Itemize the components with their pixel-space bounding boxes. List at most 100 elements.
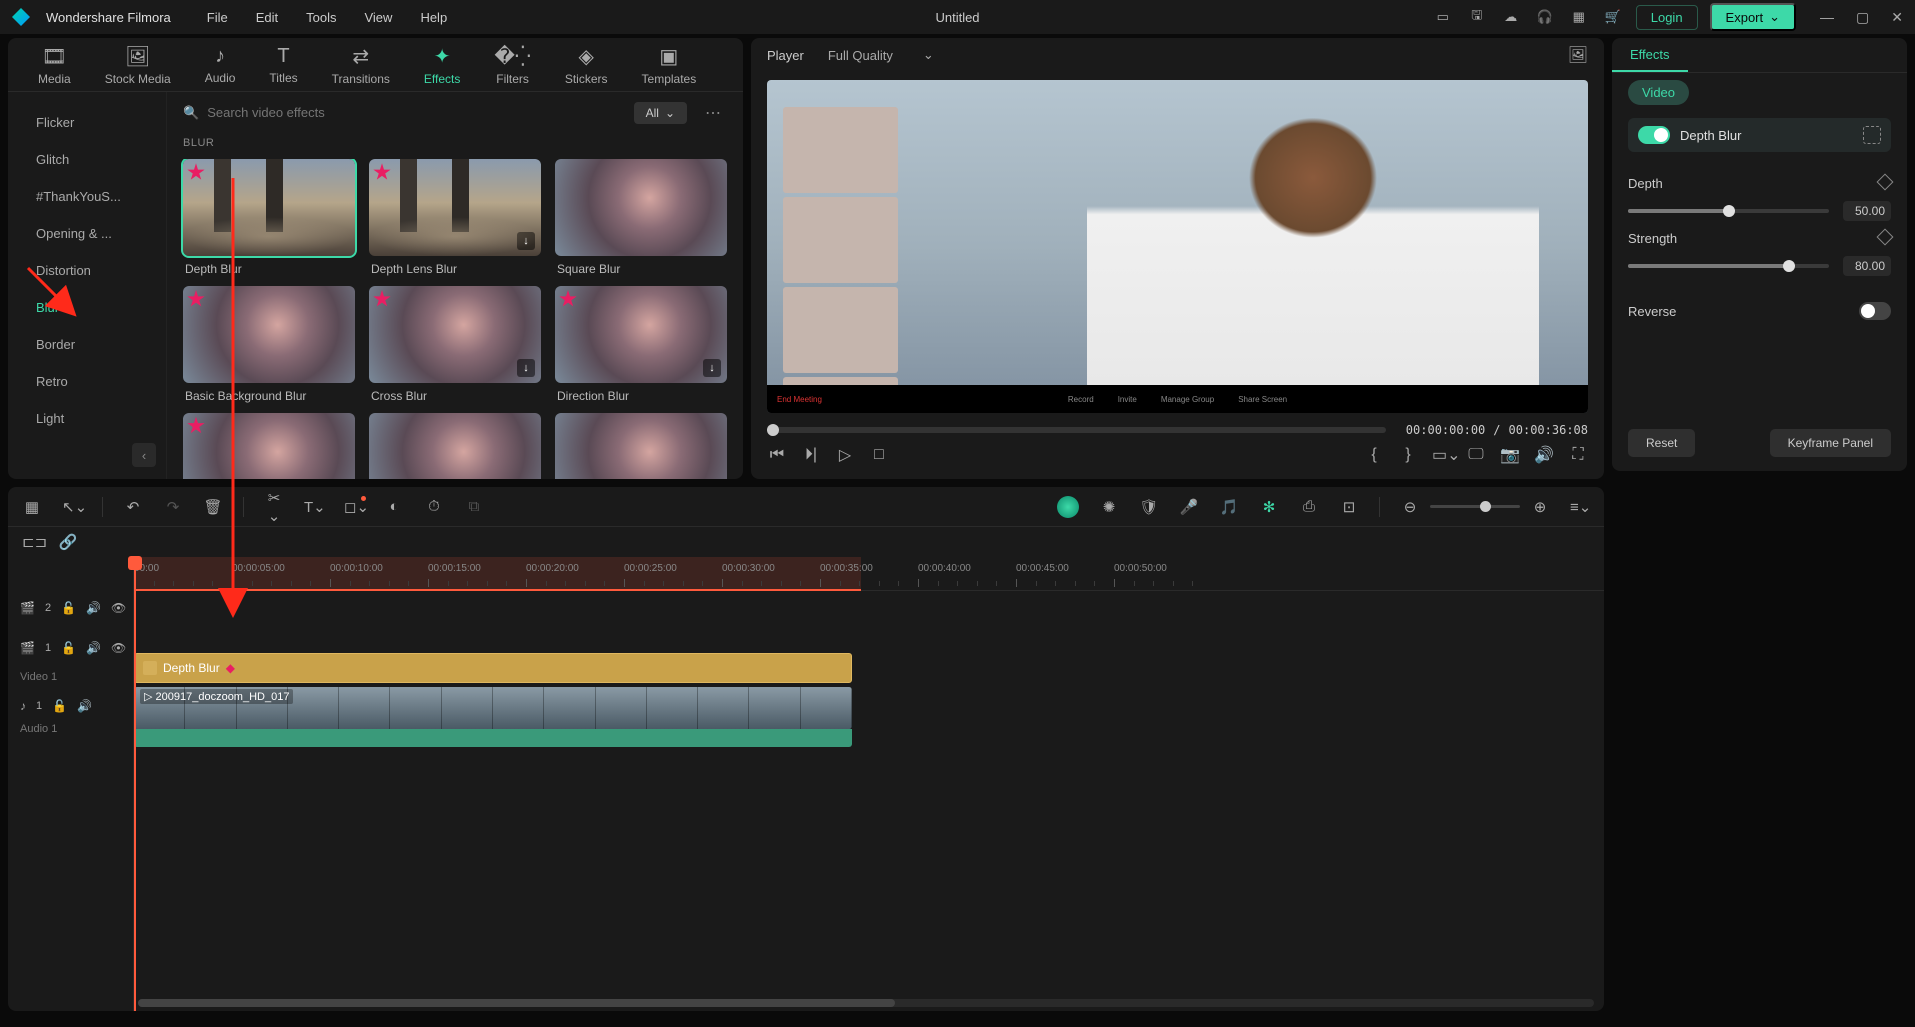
lock-icon[interactable]: 🔓 xyxy=(52,699,67,713)
magnet-icon[interactable]: ⊏⊐ xyxy=(22,533,42,551)
playhead[interactable] xyxy=(134,557,136,1011)
menu-help[interactable]: Help xyxy=(420,10,447,25)
undo-icon[interactable]: ↶ xyxy=(123,498,143,516)
mute-icon[interactable]: 🔊 xyxy=(86,641,101,655)
param-value[interactable]: 80.00 xyxy=(1843,256,1891,276)
slider[interactable] xyxy=(1628,209,1829,213)
reverse-toggle[interactable] xyxy=(1859,302,1891,320)
download-icon[interactable]: ↓ xyxy=(703,359,721,377)
play-icon[interactable]: ▷ xyxy=(835,445,855,465)
maximize-button[interactable]: ▢ xyxy=(1856,9,1869,26)
tab-titles[interactable]: TTitles xyxy=(269,45,297,85)
display-icon[interactable]: 🖵 xyxy=(1466,446,1486,464)
track-header-audio[interactable]: ♪1 🔓 🔊 xyxy=(8,689,133,723)
mute-icon[interactable]: 🔊 xyxy=(77,699,92,713)
category-border[interactable]: Border xyxy=(8,326,166,363)
menu-edit[interactable]: Edit xyxy=(256,10,278,25)
more-menu-icon[interactable]: ⋯ xyxy=(699,103,727,123)
timeline-ruler[interactable]: 00:0000:00:05:0000:00:10:0000:00:15:0000… xyxy=(134,557,1604,591)
param-value[interactable]: 50.00 xyxy=(1843,201,1891,221)
keyframe-diamond-icon[interactable] xyxy=(1877,229,1894,246)
download-icon[interactable]: ↓ xyxy=(517,232,535,250)
slider[interactable] xyxy=(1628,264,1829,268)
delete-icon[interactable]: 🗑 xyxy=(203,498,223,516)
video-track-lane[interactable]: ▷ 200917_doczoom_HD_017 xyxy=(134,685,1604,749)
mixer-icon[interactable]: ✻ xyxy=(1259,498,1279,516)
tab-audio[interactable]: ♪Audio xyxy=(205,45,236,85)
mask-icon[interactable]: ◐ xyxy=(384,498,404,515)
minimize-button[interactable]: — xyxy=(1820,9,1834,26)
effect-thumbnail[interactable] xyxy=(555,159,727,256)
effect-thumbnail[interactable] xyxy=(369,413,541,479)
zoom-slider[interactable] xyxy=(1430,505,1520,508)
ai-badge-icon[interactable] xyxy=(1057,496,1079,518)
snapshot-icon[interactable]: 🖼 xyxy=(1568,45,1588,65)
export-button[interactable]: Export⌄ xyxy=(1710,3,1796,31)
eye-icon[interactable]: 👁 xyxy=(111,641,126,655)
track-header-fx[interactable]: 🎬2 🔓 🔊 👁 xyxy=(8,591,133,625)
video-pill[interactable]: Video xyxy=(1628,80,1689,105)
horizontal-scrollbar[interactable] xyxy=(138,999,1594,1007)
cart-icon[interactable]: 🛒 xyxy=(1602,6,1624,28)
effect-toggle[interactable] xyxy=(1638,126,1670,144)
category-retro[interactable]: Retro xyxy=(8,363,166,400)
scrub-bar[interactable] xyxy=(767,427,1386,433)
adjust-icon[interactable] xyxy=(1863,126,1881,144)
device-icon[interactable]: ▭ xyxy=(1432,6,1454,28)
tab-transitions[interactable]: ⇄Transitions xyxy=(332,44,390,86)
tab-effects[interactable]: ✦Effects xyxy=(424,44,460,86)
search-input[interactable] xyxy=(207,105,621,120)
category-glitch[interactable]: Glitch xyxy=(8,141,166,178)
category-flicker[interactable]: Flicker xyxy=(8,104,166,141)
volume-icon[interactable]: 🔊 xyxy=(1534,445,1554,465)
group-icon[interactable]: ⧉ xyxy=(464,498,484,515)
color-icon[interactable]: ✺ xyxy=(1099,498,1119,516)
keyframe-diamond-icon[interactable] xyxy=(1877,174,1894,191)
category-light[interactable]: Light xyxy=(8,400,166,437)
zoom-out-icon[interactable]: ⊖ xyxy=(1400,498,1420,516)
effect-thumbnail[interactable] xyxy=(183,159,355,256)
eye-icon[interactable]: 👁 xyxy=(111,601,126,615)
effect-thumbnail[interactable]: ↓ xyxy=(555,286,727,383)
menu-view[interactable]: View xyxy=(364,10,392,25)
tab-filters[interactable]: �⁛Filters xyxy=(494,44,530,86)
video-clip[interactable]: ▷ 200917_doczoom_HD_017 xyxy=(134,687,852,729)
tab-templates[interactable]: ▣Templates xyxy=(642,44,697,86)
lock-icon[interactable]: 🔓 xyxy=(61,601,76,615)
cloud-icon[interactable]: ☁ xyxy=(1500,6,1522,28)
record-icon[interactable]: ⊡ xyxy=(1339,498,1359,516)
effect-thumbnail[interactable] xyxy=(183,286,355,383)
login-button[interactable]: Login xyxy=(1636,5,1698,30)
effect-clip[interactable]: Depth Blur ◆ xyxy=(134,653,852,683)
shield-icon[interactable]: 🛡 xyxy=(1139,498,1159,516)
music-icon[interactable]: 🎵 xyxy=(1219,498,1239,516)
effect-thumbnail[interactable] xyxy=(555,413,727,479)
tab-stickers[interactable]: ◈Stickers xyxy=(565,44,608,86)
prev-frame-icon[interactable]: ⏮ xyxy=(767,446,787,464)
download-icon[interactable]: ↓ xyxy=(517,359,535,377)
tab-media[interactable]: 🎞Media xyxy=(38,44,71,86)
effect-thumbnail[interactable] xyxy=(183,413,355,479)
play-step-icon[interactable]: ⏵| xyxy=(801,446,821,464)
headset-icon[interactable]: 🎧 xyxy=(1534,6,1556,28)
ratio-icon[interactable]: ▭⌄ xyxy=(1432,445,1452,465)
menu-file[interactable]: File xyxy=(207,10,228,25)
effect-thumbnail[interactable]: ↓ xyxy=(369,286,541,383)
link-icon[interactable]: 🔗 xyxy=(58,533,78,551)
text-tool-icon[interactable]: T⌄ xyxy=(304,498,324,516)
fx-track-lane[interactable]: Depth Blur ◆ xyxy=(134,651,1604,685)
zoom-in-icon[interactable]: ⊕ xyxy=(1530,498,1550,516)
layout-icon[interactable]: ▦ xyxy=(22,498,42,516)
category-blur[interactable]: Blur xyxy=(8,289,166,326)
crop-icon[interactable]: ◻⌄ xyxy=(344,498,364,516)
export-clip-icon[interactable]: ⎙ xyxy=(1299,498,1319,515)
redo-icon[interactable]: ↷ xyxy=(163,498,183,516)
reset-button[interactable]: Reset xyxy=(1628,429,1695,457)
track-height-icon[interactable]: ≡⌄ xyxy=(1570,498,1590,516)
close-button[interactable]: ✕ xyxy=(1891,9,1903,26)
apps-icon[interactable]: ▦ xyxy=(1568,6,1590,28)
fullscreen-icon[interactable]: ⛶ xyxy=(1568,446,1588,464)
effect-thumbnail[interactable]: ↓ xyxy=(369,159,541,256)
filter-dropdown[interactable]: All⌄ xyxy=(634,102,687,124)
mark-in-icon[interactable]: { xyxy=(1364,446,1384,464)
